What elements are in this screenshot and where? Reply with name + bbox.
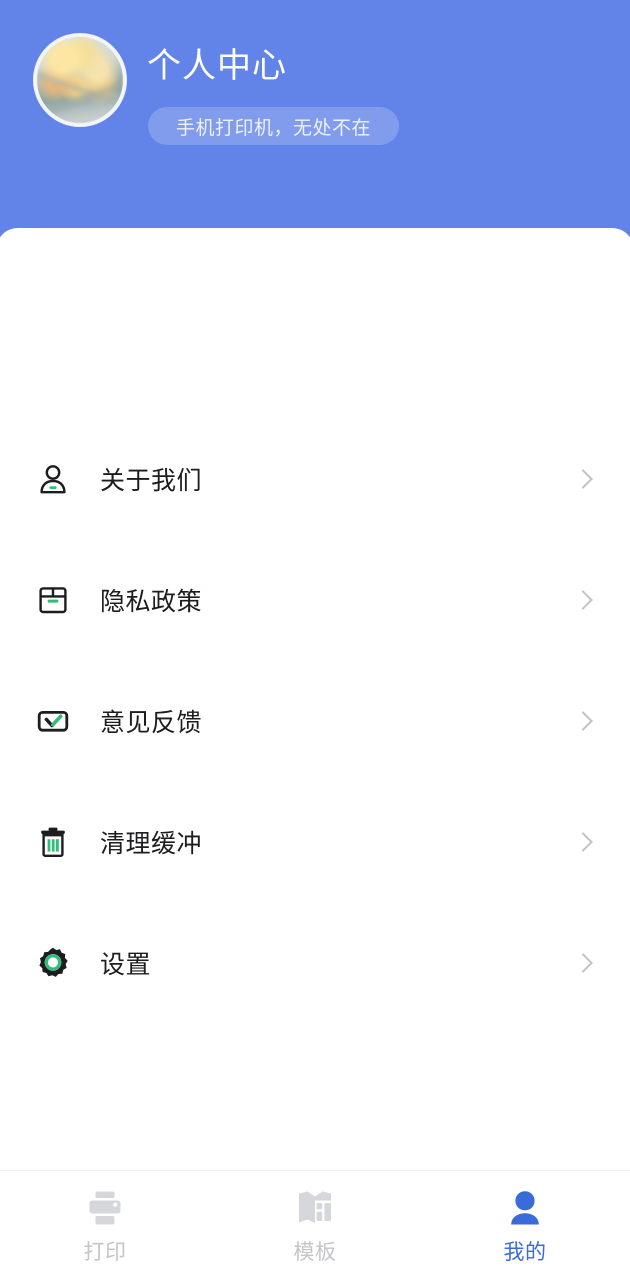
person-icon bbox=[36, 462, 70, 496]
menu-list: 关于我们 隐私政策 意见反馈 清理缓冲 设置 bbox=[0, 418, 626, 1023]
page-header: 个人中心 手机打印机，无处不在 bbox=[0, 0, 630, 240]
menu-item-label: 清理缓冲 bbox=[100, 829, 203, 858]
menu-item-about-us[interactable]: 关于我们 bbox=[0, 418, 626, 539]
gear-icon bbox=[36, 946, 70, 980]
template-icon bbox=[294, 1187, 336, 1229]
tab-mine[interactable]: 我的 bbox=[420, 1171, 630, 1280]
printer-icon bbox=[84, 1187, 126, 1229]
chevron-right-icon bbox=[575, 589, 588, 611]
feedback-check-icon bbox=[36, 704, 70, 738]
content-sheet: 关于我们 隐私政策 意见反馈 清理缓冲 设置 bbox=[0, 228, 630, 1280]
menu-item-label: 意见反馈 bbox=[100, 708, 203, 737]
package-icon bbox=[36, 583, 70, 617]
menu-item-privacy-policy[interactable]: 隐私政策 bbox=[0, 539, 626, 660]
page-title: 个人中心 bbox=[147, 47, 287, 85]
menu-item-feedback[interactable]: 意见反馈 bbox=[0, 660, 626, 781]
tab-label: 打印 bbox=[83, 1241, 127, 1264]
bottom-tab-bar: 打印 模板 我的 bbox=[0, 1170, 630, 1280]
tab-template[interactable]: 模板 bbox=[210, 1171, 420, 1280]
menu-item-label: 关于我们 bbox=[100, 466, 203, 495]
chevron-right-icon bbox=[575, 710, 588, 732]
menu-item-label: 设置 bbox=[100, 950, 152, 979]
menu-item-settings[interactable]: 设置 bbox=[0, 902, 626, 1023]
trash-icon bbox=[36, 825, 70, 859]
tab-print[interactable]: 打印 bbox=[0, 1171, 210, 1280]
chevron-right-icon bbox=[575, 468, 588, 490]
chevron-right-icon bbox=[575, 831, 588, 853]
menu-item-label: 隐私政策 bbox=[100, 587, 203, 616]
avatar-photo bbox=[37, 37, 123, 123]
person-filled-icon bbox=[504, 1187, 546, 1229]
chevron-right-icon bbox=[575, 952, 588, 974]
profile-screen: 个人中心 手机打印机，无处不在 关于我们 隐私政策 意见反馈 清理缓冲 设置 打… bbox=[0, 0, 630, 1280]
tagline-badge: 手机打印机，无处不在 bbox=[148, 107, 400, 145]
avatar[interactable] bbox=[33, 33, 127, 127]
menu-item-clear-cache[interactable]: 清理缓冲 bbox=[0, 781, 626, 902]
tab-label: 模板 bbox=[293, 1241, 337, 1264]
tab-label: 我的 bbox=[503, 1241, 547, 1264]
